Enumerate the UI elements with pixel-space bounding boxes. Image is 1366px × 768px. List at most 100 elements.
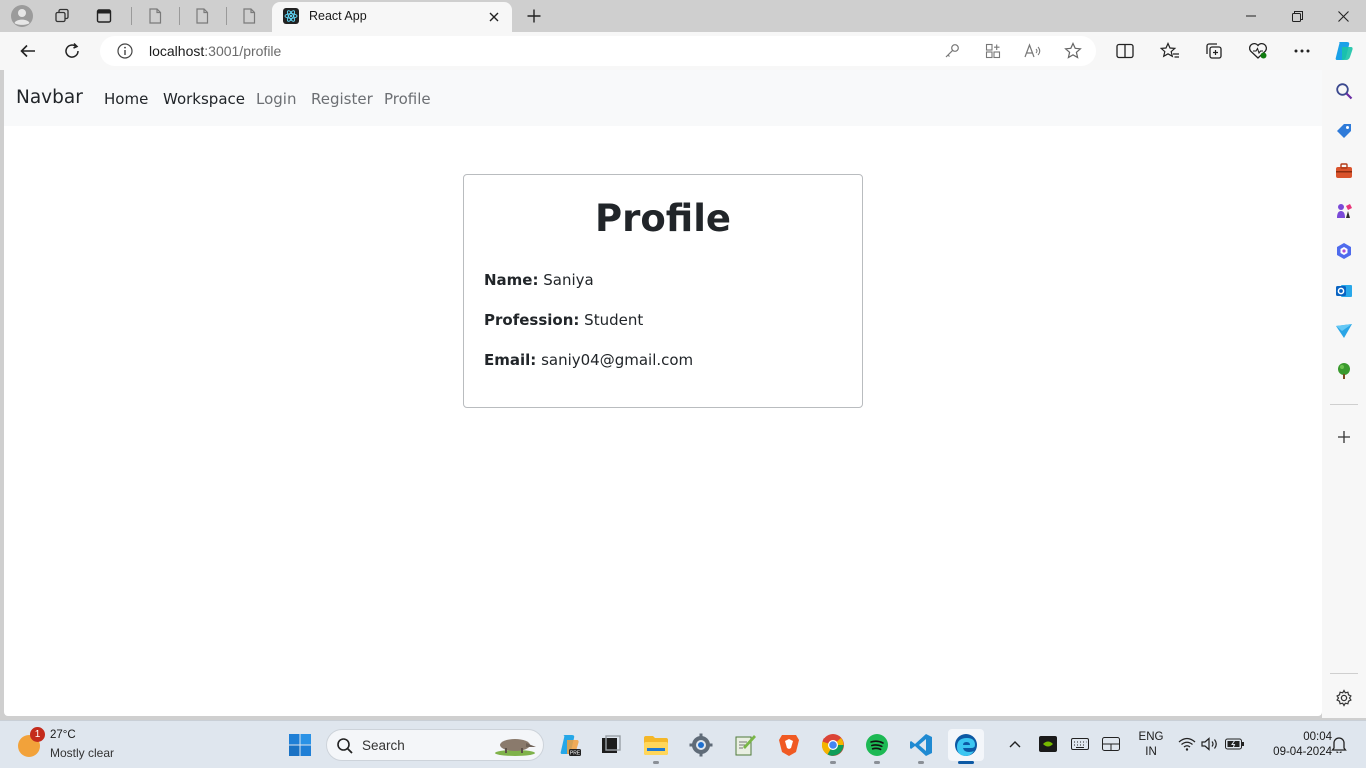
windows-taskbar: 1 27°C Mostly clear Search PRE ENG IN 00… (0, 720, 1366, 768)
profession-label: Profession: (484, 311, 580, 329)
browser-titlebar: React App (0, 0, 1366, 32)
read-aloud-icon[interactable] (1023, 41, 1043, 61)
sidebar-divider (1330, 404, 1358, 405)
page-viewport: Navbar Home Workspace Login Register Pro… (4, 70, 1322, 716)
page-tab-icon[interactable] (143, 4, 167, 28)
split-screen-icon[interactable] (1111, 37, 1139, 65)
collections-icon[interactable] (1200, 37, 1228, 65)
profile-email-row: Email: saniy04@gmail.com (484, 351, 693, 369)
site-info-icon[interactable] (116, 42, 134, 60)
password-key-icon[interactable] (942, 41, 962, 61)
favorites-icon[interactable] (1156, 37, 1184, 65)
address-bar[interactable]: localhost:3001/profile (100, 36, 1096, 66)
email-label: Email: (484, 351, 537, 369)
tablet-mode-icon[interactable] (1100, 733, 1122, 755)
navbar-brand[interactable]: Navbar (16, 87, 83, 108)
sidebar-microsoft365-icon[interactable] (1333, 240, 1355, 262)
url-host: localhost (149, 43, 205, 59)
edge-taskbar-icon[interactable] (948, 729, 984, 761)
restore-icon[interactable] (1274, 0, 1320, 32)
back-icon[interactable] (14, 37, 42, 65)
nav-link-profile[interactable]: Profile (384, 90, 431, 108)
close-window-icon[interactable] (1320, 0, 1366, 32)
running-indicator (874, 761, 880, 764)
favorite-star-icon[interactable] (1063, 41, 1083, 61)
taskbar-search[interactable]: Search (326, 729, 544, 761)
tab-react-app[interactable]: React App (272, 2, 512, 32)
url-path: :3001/profile (204, 43, 282, 59)
settings-more-icon[interactable] (1288, 37, 1316, 65)
email-value: saniy04@gmail.com (541, 351, 694, 369)
edge-sidebar (1322, 70, 1366, 718)
tab-separator (226, 7, 227, 25)
weather-badge: 1 (30, 727, 45, 742)
notification-bell-icon[interactable] (1328, 733, 1350, 755)
sidebar-drop-icon[interactable] (1333, 320, 1355, 342)
keyboard-icon[interactable] (1069, 733, 1091, 755)
input-language[interactable]: ENG IN (1136, 730, 1166, 760)
vscode-icon[interactable] (905, 729, 937, 761)
tab-separator (131, 7, 132, 25)
clock-date: 09-04-2024 (1273, 746, 1332, 758)
brave-browser-icon[interactable] (773, 729, 805, 761)
tab-separator (179, 7, 180, 25)
profile-name-row: Name: Saniya (484, 271, 594, 289)
wifi-icon[interactable] (1176, 733, 1198, 755)
task-view-icon[interactable] (595, 729, 627, 761)
copilot-pre-icon[interactable]: PRE (553, 729, 585, 761)
notepad-pp-icon[interactable] (729, 729, 761, 761)
system-clock[interactable]: 00:04 09-04-2024 (1252, 730, 1332, 760)
nav-link-home[interactable]: Home (104, 90, 148, 108)
search-icon (337, 738, 353, 754)
weather-widget[interactable]: 1 27°C Mostly clear (16, 727, 136, 763)
page-tab-icon[interactable] (190, 4, 214, 28)
spotify-icon[interactable] (861, 729, 893, 761)
battery-icon[interactable] (1224, 733, 1246, 755)
navbar: Navbar Home Workspace Login Register Pro… (4, 70, 1322, 126)
sidebar-add-icon[interactable] (1333, 426, 1355, 448)
running-indicator (830, 761, 836, 764)
minimize-icon[interactable] (1228, 0, 1274, 32)
volume-icon[interactable] (1199, 733, 1221, 755)
app-available-icon[interactable] (983, 41, 1003, 61)
sidebar-tree-icon[interactable] (1333, 360, 1355, 382)
tab-title: React App (309, 9, 367, 23)
nav-link-register[interactable]: Register (311, 90, 373, 108)
browser-toolbar: localhost:3001/profile (0, 32, 1366, 70)
sidebar-tools-icon[interactable] (1333, 160, 1355, 182)
sidebar-search-icon[interactable] (1333, 80, 1355, 102)
new-tab-icon[interactable] (522, 4, 546, 28)
start-windows-icon[interactable] (284, 729, 316, 761)
file-explorer-icon[interactable] (640, 729, 672, 761)
nvidia-icon[interactable] (1037, 733, 1059, 755)
react-favicon-icon (283, 8, 299, 24)
close-tab-icon[interactable] (484, 7, 504, 27)
sidebar-shopping-icon[interactable] (1333, 120, 1355, 142)
search-highlight-icon (495, 739, 536, 756)
weather-temp: 27°C (50, 729, 76, 741)
tab-actions-icon[interactable] (92, 4, 116, 28)
sidebar-outlook-icon[interactable] (1333, 280, 1355, 302)
nav-link-login[interactable]: Login (256, 90, 296, 108)
refresh-icon[interactable] (58, 37, 86, 65)
sidebar-settings-gear-icon[interactable] (1333, 687, 1355, 709)
copilot-icon[interactable] (1330, 37, 1358, 65)
weather-condition: Mostly clear (50, 746, 115, 760)
browser-essentials-icon[interactable] (1244, 37, 1272, 65)
chevron-up-icon[interactable] (1004, 733, 1026, 755)
profile-avatar-icon[interactable] (10, 4, 34, 28)
profile-profession-row: Profession: Student (484, 311, 643, 329)
page-tab-icon[interactable] (237, 4, 261, 28)
nav-link-workspace[interactable]: Workspace (163, 90, 245, 108)
name-value: Saniya (543, 271, 594, 289)
profession-value: Student (584, 311, 644, 329)
sidebar-games-icon[interactable] (1333, 200, 1355, 222)
active-indicator (958, 761, 974, 764)
settings-app-icon[interactable] (685, 729, 717, 761)
workspaces-icon[interactable] (50, 4, 74, 28)
name-label: Name: (484, 271, 539, 289)
clock-time: 00:04 (1303, 731, 1332, 743)
chrome-icon[interactable] (817, 729, 849, 761)
url-text[interactable]: localhost:3001/profile (149, 43, 281, 59)
search-label: Search (362, 738, 405, 753)
